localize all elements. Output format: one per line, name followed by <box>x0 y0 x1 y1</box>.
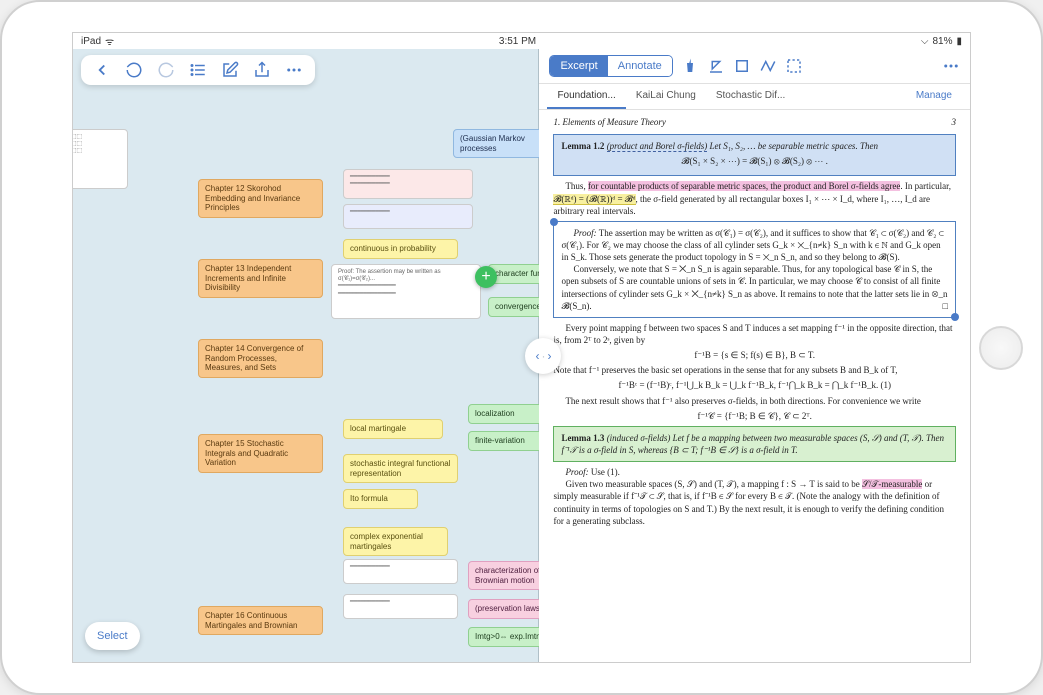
battery-icon: ▮ <box>956 36 962 47</box>
formula-finv: f⁻¹B = {s ∈ S; f(s) ∈ B}, B ⊂ T. <box>553 349 956 361</box>
doc-section-title: 1. Elements of Measure Theory <box>553 116 665 128</box>
proof2-label: Proof: <box>565 467 588 477</box>
node-ch14[interactable]: Chapter 14 Convergence of Random Process… <box>198 339 323 378</box>
selection-handle-end[interactable] <box>951 313 959 321</box>
mindmap-toolbar <box>81 55 315 85</box>
lemma12-title: Lemma 1.2 <box>561 141 604 151</box>
tab-manage[interactable]: Manage <box>906 84 962 109</box>
excerpt-ch12a[interactable]: ━━━━━━━━━━━━━━━━━━━━━━ <box>343 169 473 199</box>
chevron-left-icon: ‹ <box>535 349 539 363</box>
para-next-result: The next result shows that f⁻¹ also pres… <box>553 395 956 407</box>
node-finitevar[interactable]: finite-variation <box>468 431 543 451</box>
node-localmart[interactable]: local martingale <box>343 419 443 439</box>
mindmap-panel[interactable]: ⬚⬚⬚⬚⬚⬚⬚⬚⬚ (Gaussian Markov processes Cha… <box>73 49 539 662</box>
formula-eq1: f⁻¹Bᶜ = (f⁻¹B)ᶜ, f⁻¹⋃_k B_k = ⋃_k f⁻¹B_k… <box>553 379 956 391</box>
doc-more-icon[interactable] <box>942 57 960 75</box>
hand-icon[interactable] <box>681 57 699 75</box>
select-button[interactable]: Select <box>85 622 140 650</box>
node-complexexp[interactable]: complex exponential martingales <box>343 527 448 556</box>
lemma13-subtitle: (induced σ-fields) <box>607 433 671 443</box>
para-mapping: Every point mapping f between two spaces… <box>553 322 956 346</box>
excerpt-ch12b[interactable]: ━━━━━━━━━━━ <box>343 204 473 229</box>
qed-symbol: □ <box>931 300 948 312</box>
excerpt-ch13[interactable]: Proof: The assertion may be written as σ… <box>331 264 481 319</box>
lemma12-subtitle: (product and Borel σ-fields) <box>607 141 708 152</box>
edit-icon[interactable] <box>221 61 239 79</box>
doc-page-number: 3 <box>951 116 956 128</box>
node-contprob[interactable]: continuous in probability <box>343 239 458 259</box>
node-gaussian[interactable]: (Gaussian Markov processes <box>453 129 553 158</box>
tab-foundation[interactable]: Foundation... <box>547 84 625 109</box>
node-ito[interactable]: Ito formula <box>343 489 418 509</box>
share-icon[interactable] <box>253 61 271 79</box>
more-icon[interactable] <box>285 61 303 79</box>
proof-box-1-2[interactable]: Proof: The assertion may be written as σ… <box>553 221 956 318</box>
excerpt-ch16a[interactable]: ━━━━━━━━━━━ <box>343 559 458 584</box>
list-icon[interactable] <box>189 61 207 79</box>
node-ch16[interactable]: Chapter 16 Continuous Martingales and Br… <box>198 606 323 635</box>
doc-tabs: Foundation... KaiLai Chung Stochastic Di… <box>539 84 970 110</box>
redo-icon[interactable] <box>157 61 175 79</box>
node-ch13[interactable]: Chapter 13 Independent Increments and In… <box>198 259 323 298</box>
para-measurable: Given two measurable spaces (S, 𝒮) and (… <box>553 478 956 527</box>
proof-label: Proof: <box>573 228 596 238</box>
panel-collapse-button[interactable]: ‹ · › <box>525 338 561 374</box>
lemma-1-3[interactable]: Lemma 1.3 (induced σ-fields) Let f be a … <box>553 426 956 462</box>
lemma13-title: Lemma 1.3 <box>561 433 604 443</box>
node-ch12[interactable]: Chapter 12 Skorohod Embedding and Invari… <box>198 179 323 218</box>
text-select-icon[interactable] <box>785 57 803 75</box>
segment-control: Excerpt Annotate <box>549 55 672 77</box>
home-button[interactable] <box>979 326 1023 370</box>
add-node-button[interactable]: + <box>475 266 497 288</box>
undo-icon[interactable] <box>125 61 143 79</box>
formula-finvC: f⁻¹𝒞 = {f⁻¹B; B ∈ 𝒞}, 𝒞 ⊂ 2ᵀ. <box>553 410 956 422</box>
bluetooth-icon: ⌵ <box>921 36 929 47</box>
highlight-product-borel: for countable products of separable metr… <box>588 181 900 191</box>
seg-excerpt[interactable]: Excerpt <box>550 56 607 76</box>
tab-kailai[interactable]: KaiLai Chung <box>626 84 706 109</box>
node-localization[interactable]: localization <box>468 404 543 424</box>
battery-level: 81% <box>932 36 952 47</box>
lemma12-body1: Let S₁, S₂, … be separable metric spaces… <box>709 141 878 151</box>
back-icon[interactable] <box>93 61 111 79</box>
highlight-brd: 𝓑(ℝᵈ) = (𝓑(ℝ))ᵈ = 𝓑ᵈ <box>553 194 635 205</box>
lemma12-formula: 𝓑(S₁ × S₂ × ⋯) = 𝓑(S₁) ⊗ 𝓑(S₂) ⊗ ⋯ . <box>561 155 948 167</box>
clock: 3:51 PM <box>499 36 536 47</box>
status-bar: iPad ᯤ 3:51 PM ⌵ 81% ▮ <box>73 33 970 49</box>
excerpt-card[interactable]: ⬚⬚⬚⬚⬚⬚⬚⬚⬚ <box>72 129 128 189</box>
device-label: iPad <box>81 36 101 47</box>
highlight-icon[interactable] <box>707 57 725 75</box>
node-stochint[interactable]: stochastic integral functional represent… <box>343 454 458 483</box>
seg-annotate[interactable]: Annotate <box>608 56 672 76</box>
doc-body[interactable]: 1. Elements of Measure Theory 3 Lemma 1.… <box>539 110 970 662</box>
lemma-1-2[interactable]: Lemma 1.2 (product and Borel σ-fields) L… <box>553 134 956 176</box>
tab-stochastic[interactable]: Stochastic Dif... <box>706 84 795 109</box>
crop-icon[interactable] <box>733 57 751 75</box>
wifi-icon: ᯤ <box>105 34 114 48</box>
para-preserves: Note that f⁻¹ preserves the basic set op… <box>553 364 956 376</box>
highlight-measurable: 𝒮/𝒯-measurable <box>862 479 922 489</box>
node-ch15[interactable]: Chapter 15 Stochastic Integrals and Quad… <box>198 434 323 473</box>
chevron-right-icon: › <box>547 349 551 363</box>
selection-handle-start[interactable] <box>550 218 558 226</box>
excerpt-ch16b[interactable]: ━━━━━━━━━━━ <box>343 594 458 619</box>
doc-toolbar: Excerpt Annotate <box>539 49 970 84</box>
document-panel: Excerpt Annotate Foundation... KaiLai Ch… <box>539 49 970 662</box>
thus-paragraph: Thus, for countable products of separabl… <box>553 180 956 216</box>
lasso-icon[interactable] <box>759 57 777 75</box>
